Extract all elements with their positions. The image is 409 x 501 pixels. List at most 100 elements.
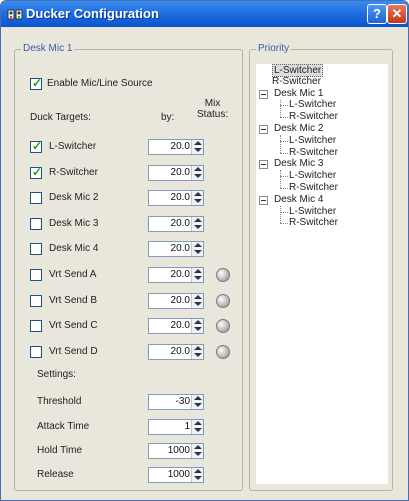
priority-tree-item[interactable]: R-Switcher [289,217,338,228]
spin-down-icon[interactable] [194,199,202,203]
spin-down-icon[interactable] [194,225,202,229]
close-button[interactable]: ✕ [387,4,407,24]
spinner-value: 20.0 [170,269,190,280]
spin-down-icon[interactable] [194,327,202,331]
spin-up-icon[interactable] [194,192,202,196]
spinner-arrows[interactable] [191,395,203,409]
spinner-arrows[interactable] [191,420,203,434]
duck-amount-spinner[interactable]: 20.0 [148,241,204,257]
collapse-icon[interactable] [259,160,268,169]
desk-mic-group-title: Desk Mic 1 [21,43,75,54]
setting-spinner[interactable]: -30 [148,394,204,410]
collapse-icon[interactable] [259,90,268,99]
duck-amount-spinner[interactable]: 20.0 [148,190,204,206]
spin-up-icon[interactable] [194,218,202,222]
enable-mic-checkbox[interactable]: ✓ [30,76,42,90]
target-label: Vrt Send D [49,346,98,357]
priority-tree-item[interactable]: L-Switcher [289,170,336,181]
spin-down-icon[interactable] [194,148,202,152]
mix-status-led-icon [216,294,230,308]
spin-down-icon[interactable] [194,428,202,432]
target-checkbox[interactable]: ✓ [30,139,42,153]
spinner-arrows[interactable] [191,468,203,482]
target-checkbox[interactable] [30,269,42,281]
setting-spinner[interactable]: 1 [148,419,204,435]
spin-up-icon[interactable] [194,469,202,473]
spinner-arrows[interactable] [191,294,203,308]
spinner-value: 20.0 [170,218,190,229]
target-checkbox[interactable] [30,295,42,307]
spin-up-icon[interactable] [194,320,202,324]
target-label: Desk Mic 2 [49,192,99,203]
spin-up-icon[interactable] [194,141,202,145]
spin-down-icon[interactable] [194,250,202,254]
priority-tree-item[interactable]: R-Switcher [272,76,321,87]
spinner-arrows[interactable] [191,191,203,205]
spinner-value: 20.0 [170,167,190,178]
spinner-arrows[interactable] [191,444,203,458]
duck-amount-spinner[interactable]: 20.0 [148,216,204,232]
target-checkbox[interactable] [30,243,42,255]
priority-tree-item[interactable]: Desk Mic 1 [274,88,323,99]
setting-spinner[interactable]: 1000 [148,467,204,483]
duck-amount-spinner[interactable]: 20.0 [148,139,204,155]
spin-up-icon[interactable] [194,396,202,400]
priority-tree-item[interactable]: L-Switcher [289,99,336,110]
spinner-arrows[interactable] [191,166,203,180]
help-button[interactable]: ? [367,4,387,24]
spin-down-icon[interactable] [194,276,202,280]
tree-connector [280,206,281,223]
spin-up-icon[interactable] [194,295,202,299]
target-checkbox[interactable] [30,192,42,204]
spinner-value: 20.0 [170,192,190,203]
spinner-arrows[interactable] [191,319,203,333]
spin-down-icon[interactable] [194,476,202,480]
spinner-arrows[interactable] [191,217,203,231]
tree-connector [280,141,288,142]
priority-tree-item[interactable]: R-Switcher [289,111,338,122]
setting-spinner[interactable]: 1000 [148,443,204,459]
spin-up-icon[interactable] [194,445,202,449]
spin-down-icon[interactable] [194,403,202,407]
title-bar[interactable]: Ducker Configuration ? ✕ [1,1,408,27]
spin-down-icon[interactable] [194,302,202,306]
priority-tree-item[interactable]: R-Switcher [289,147,338,158]
tree-connector [280,105,288,106]
tree-connector [280,117,288,118]
target-label: Desk Mic 4 [49,243,99,254]
target-label: Vrt Send B [49,295,97,306]
target-checkbox[interactable]: ✓ [30,165,43,179]
duck-amount-spinner[interactable]: 20.0 [148,267,204,283]
duck-amount-spinner[interactable]: 20.0 [148,165,204,181]
spin-up-icon[interactable] [194,346,202,350]
duck-amount-spinner[interactable]: 20.0 [148,318,204,334]
spin-up-icon[interactable] [194,269,202,273]
setting-label: Release [37,469,74,480]
priority-tree-item[interactable]: Desk Mic 2 [274,123,323,134]
priority-tree-item[interactable]: R-Switcher [289,182,338,193]
priority-tree-item[interactable]: Desk Mic 3 [274,158,323,169]
spinner-arrows[interactable] [191,242,203,256]
spin-down-icon[interactable] [194,353,202,357]
spin-up-icon[interactable] [194,167,202,171]
target-checkbox[interactable] [30,218,42,230]
priority-tree[interactable]: L-Switcher R-Switcher Desk Mic 1 L-Switcher… [256,64,388,484]
spinner-arrows[interactable] [191,268,203,282]
target-checkbox[interactable] [30,346,42,358]
duck-amount-spinner[interactable]: 20.0 [148,293,204,309]
priority-tree-item[interactable]: L-Switcher [289,135,336,146]
spin-up-icon[interactable] [194,421,202,425]
spin-down-icon[interactable] [194,174,202,178]
duck-amount-spinner[interactable]: 20.0 [148,344,204,360]
collapse-icon[interactable] [259,125,268,134]
target-checkbox[interactable] [30,320,42,332]
spin-up-icon[interactable] [194,243,202,247]
by-header: by: [161,112,175,123]
spinner-arrows[interactable] [191,345,203,359]
collapse-icon[interactable] [259,196,268,205]
priority-tree-item[interactable]: L-Switcher [289,206,336,217]
spinner-arrows[interactable] [191,140,203,154]
spin-down-icon[interactable] [194,452,202,456]
check-icon: ✓ [32,165,43,179]
priority-tree-item[interactable]: Desk Mic 4 [274,194,323,205]
